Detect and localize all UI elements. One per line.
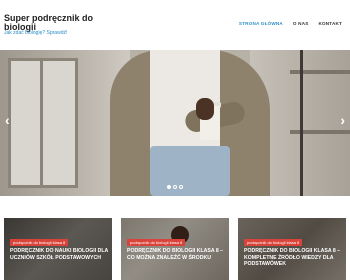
card-category-badge[interactable]: podręcznik do biologii klasa 8 [127,239,186,246]
post-card[interactable]: podręcznik do biologii klasa 8 PODRĘCZNI… [238,218,346,280]
hero-window-bar [40,58,43,188]
main-nav: STRONA GŁÓWNA O NAS KONTAKT [229,21,342,26]
hero-person-hand [196,98,214,120]
chevron-left-icon[interactable]: ‹ [5,112,10,128]
site-tagline: Jak zdać biologię? Sprawdź! [4,30,68,36]
hero-person-jeans [150,146,230,196]
hero-shelf [290,130,350,134]
card-title[interactable]: PODRĘCZNIK DO BIOLOGII KLASA 8 – KOMPLET… [244,248,344,268]
nav-item-contact[interactable]: KONTAKT [318,21,342,26]
hero-slider[interactable]: ‹ › [0,50,350,196]
hero-window-frame [8,58,78,188]
hero-bag-strap [300,50,303,196]
card-category-badge[interactable]: podręcznik do biologii klasa 8 [244,239,303,246]
slider-dot[interactable] [179,185,183,189]
nav-item-home[interactable]: STRONA GŁÓWNA [239,21,283,26]
section-spacer [0,196,350,218]
hero-shelf [290,70,350,74]
chevron-right-icon[interactable]: › [340,112,345,128]
slider-dot[interactable] [173,185,177,189]
card-category-badge[interactable]: podręcznik do biologii klasa 8 [10,239,69,246]
slider-dots [167,185,183,189]
card-title[interactable]: PODRĘCZNIK DO NAUKI BIOLOGII DLA UCZNIÓW… [10,248,110,261]
site-header: Super podręcznik do biologii Jak zdać bi… [0,0,350,50]
card-title[interactable]: PODRĘCZNIK DO BIOLOGII KLASA 8 – CO MOŻN… [127,248,227,261]
post-card[interactable]: podręcznik do biologii klasa 8 PODRĘCZNI… [4,218,112,280]
post-card[interactable]: podręcznik do biologii klasa 8 PODRĘCZNI… [121,218,229,280]
slider-dot[interactable] [167,185,171,189]
nav-item-about[interactable]: O NAS [293,21,309,26]
